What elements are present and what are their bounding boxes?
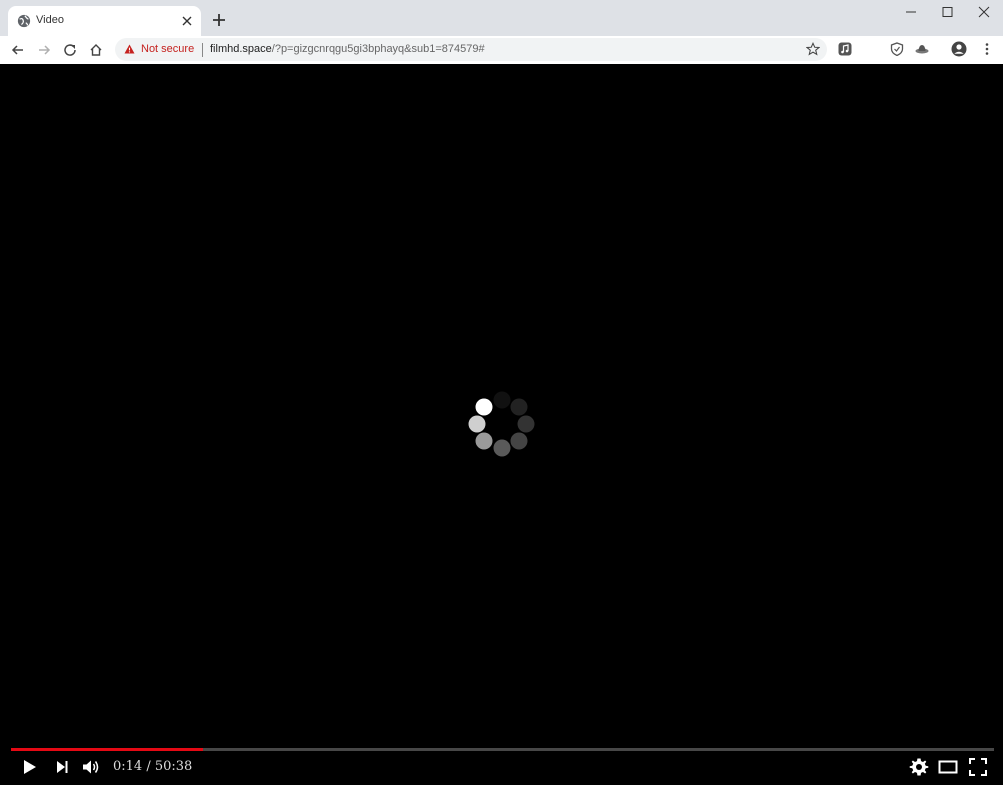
tab-strip: Video — [0, 0, 1003, 36]
back-icon[interactable] — [10, 42, 26, 58]
shield-extension-icon[interactable] — [890, 42, 904, 56]
loading-spinner-icon — [468, 391, 535, 457]
profile-icon[interactable] — [951, 41, 967, 57]
play-icon[interactable] — [19, 757, 39, 777]
time-total: 50:38 — [154, 759, 193, 774]
music-extension-icon[interactable] — [838, 42, 852, 56]
settings-gear-icon[interactable] — [909, 757, 929, 777]
forward-icon[interactable] — [36, 42, 52, 58]
warning-icon — [124, 44, 135, 54]
globe-icon — [17, 14, 31, 28]
theater-mode-icon[interactable] — [938, 757, 958, 777]
home-icon[interactable] — [88, 42, 104, 58]
url-text[interactable]: filmhd.space/?p=gizgcnrqgu5gi3bphayq&sub… — [210, 43, 485, 55]
close-tab-icon[interactable] — [179, 13, 195, 29]
progress-bar[interactable] — [11, 748, 994, 751]
tab-title: Video — [36, 14, 64, 26]
toolbar: Not secure filmhd.space/?p=gizgcnrqgu5gi… — [0, 36, 1003, 64]
fullscreen-icon[interactable] — [968, 757, 988, 777]
hat-extension-icon[interactable] — [915, 42, 929, 56]
url-domain: filmhd.space — [210, 43, 272, 55]
separator — [202, 43, 203, 57]
menu-kebab-icon[interactable] — [980, 42, 994, 56]
next-icon[interactable] — [52, 757, 72, 777]
browser-chrome: Video Not secure filmhd.space/?p=gizgcnr… — [0, 0, 1003, 64]
url-path: /?p=gizgcnrqgu5gi3bphayq&sub1=874579# — [271, 43, 485, 55]
progress-fill — [11, 748, 203, 751]
tab-video[interactable]: Video — [8, 6, 201, 36]
time-display: 0:14 / 50:38 — [113, 759, 192, 774]
minimize-icon[interactable] — [902, 5, 920, 19]
new-tab-icon[interactable] — [210, 11, 228, 29]
time-separator: / — [142, 759, 155, 774]
volume-icon[interactable] — [81, 757, 101, 777]
reload-icon[interactable] — [62, 42, 78, 58]
bookmark-star-icon[interactable] — [806, 42, 820, 56]
maximize-icon[interactable] — [938, 5, 956, 19]
not-secure-label[interactable]: Not secure — [141, 43, 194, 55]
close-window-icon[interactable] — [975, 5, 993, 19]
address-bar[interactable]: Not secure filmhd.space/?p=gizgcnrqgu5gi… — [115, 38, 827, 61]
time-current: 0:14 — [113, 759, 143, 774]
